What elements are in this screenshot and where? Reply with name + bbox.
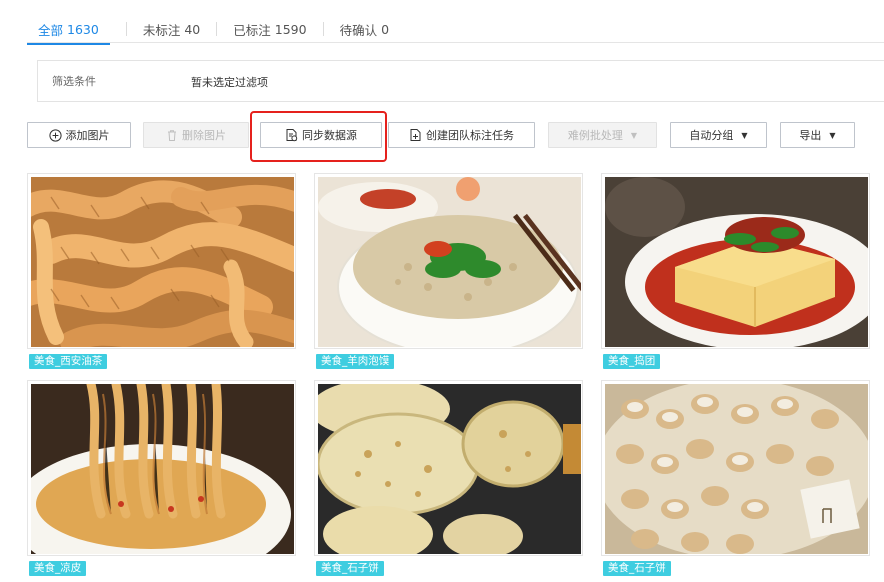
caret-down-icon: ▼ (741, 130, 748, 140)
plus-circle-icon (48, 128, 62, 142)
image-card[interactable]: 美食_羊肉泡馍 (314, 173, 583, 369)
image-tag: 美食_凉皮 (29, 561, 87, 576)
create-team-task-label: 创建团队标注任务 (426, 129, 514, 142)
tab-unlabeled-label: 未标注 (142, 22, 181, 38)
image-thumbnail[interactable] (314, 380, 583, 556)
image-thumbnail[interactable] (27, 380, 296, 556)
food-photo (31, 384, 294, 554)
tab-unlabeled-count: 40 (184, 21, 201, 37)
image-card[interactable]: 美食_西安油茶 (27, 173, 296, 369)
auto-group-dropdown[interactable]: 自动分组 ▼ (670, 122, 767, 148)
image-card[interactable]: 美食_凉皮 (27, 380, 296, 576)
food-photo (318, 384, 581, 554)
hard-case-batch-label: 难例批处理 (567, 129, 623, 142)
export-label: 导出 (799, 129, 822, 142)
filter-label: 筛选条件 (52, 75, 96, 88)
tab-all-count: 1630 (67, 21, 99, 37)
food-photo (31, 177, 294, 347)
status-tabs: 全部 1630 未标注 40 已标注 1590 待确认 0 (27, 14, 389, 45)
add-image-button[interactable]: 添加图片 (27, 122, 131, 148)
tab-labeled-count: 1590 (274, 21, 307, 37)
tab-divider (125, 22, 127, 36)
tab-all-label: 全部 (38, 22, 64, 38)
sync-source-label: 同步数据源 (302, 129, 357, 142)
tab-divider (216, 22, 218, 36)
image-tag: 美食_石子饼 (603, 561, 671, 576)
image-card[interactable]: 美食_石子饼 (314, 380, 583, 576)
export-dropdown[interactable]: 导出 ▼ (780, 122, 855, 148)
image-thumbnail[interactable] (314, 173, 583, 349)
tab-labeled-label: 已标注 (233, 22, 271, 38)
image-card[interactable]: 美食_石子饼 (601, 380, 870, 576)
sync-document-icon (285, 128, 298, 142)
image-card[interactable]: 美食_捣团 (601, 173, 870, 369)
delete-image-label: 删除图片 (182, 129, 226, 142)
delete-image-button[interactable]: 删除图片 (143, 122, 249, 148)
tabs-divider (27, 42, 884, 43)
document-add-icon (409, 128, 422, 142)
image-tag: 美食_石子饼 (316, 561, 384, 576)
food-photo (318, 177, 581, 347)
filter-panel: 筛选条件 暂未选定过滤项 (37, 60, 884, 102)
create-team-task-button[interactable]: 创建团队标注任务 (388, 122, 535, 148)
food-photo (605, 177, 868, 347)
tab-all[interactable]: 全部 1630 (27, 14, 110, 45)
auto-group-label: 自动分组 (689, 129, 734, 142)
sync-source-button[interactable]: 同步数据源 (260, 122, 382, 148)
image-thumbnail[interactable] (601, 173, 870, 349)
image-tag: 美食_西安油茶 (29, 354, 108, 369)
tab-pending[interactable]: 待确认 0 (340, 14, 389, 44)
image-tag: 美食_羊肉泡馍 (316, 354, 395, 369)
food-photo (605, 384, 868, 554)
caret-down-icon: ▼ (829, 130, 836, 140)
tab-labeled[interactable]: 已标注 1590 (233, 14, 306, 44)
image-thumbnail[interactable] (601, 380, 870, 556)
trash-icon (166, 129, 178, 142)
tab-unlabeled[interactable]: 未标注 40 (143, 14, 200, 44)
image-tag: 美食_捣团 (603, 354, 661, 369)
hard-case-batch-button[interactable]: 难例批处理 ▼ (548, 122, 657, 148)
tab-divider (322, 22, 324, 36)
caret-down-icon: ▼ (630, 130, 638, 140)
tab-pending-count: 0 (381, 21, 390, 37)
filter-value: 暂未选定过滤项 (191, 76, 268, 89)
image-thumbnail[interactable] (27, 173, 296, 349)
tab-pending-label: 待确认 (339, 22, 378, 38)
add-image-label: 添加图片 (65, 129, 110, 142)
